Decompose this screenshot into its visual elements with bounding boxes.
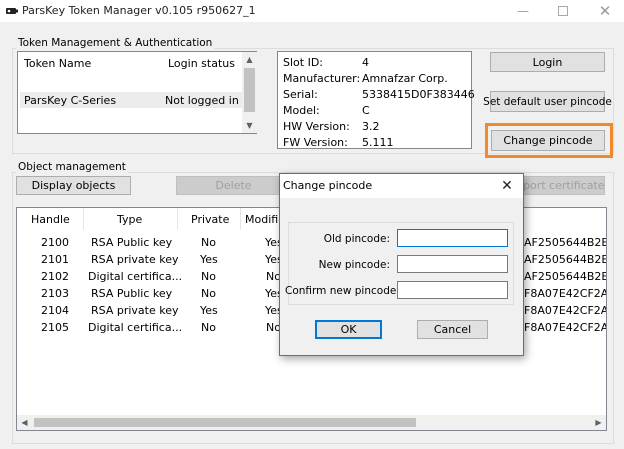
serial-value: 5338415D0F383446 [362,88,475,101]
cell-private: Yes [200,304,218,317]
login-button[interactable]: Login [490,52,605,72]
column-divider[interactable] [83,208,84,230]
scroll-left-icon[interactable]: ◀ [17,415,32,430]
column-header-modifiable[interactable]: Modifi [245,213,278,226]
dialog-title-bar: Change pincode ✕ [280,174,523,198]
cell-id: AF2505644B2E718 [524,253,606,266]
column-header-handle[interactable]: Handle [31,213,70,226]
cell-private: No [201,236,216,249]
cell-private: No [201,270,216,283]
cell-handle: 2103 [41,287,69,300]
scroll-down-icon[interactable]: ▼ [242,118,257,132]
cell-id: AF2505644B2E718 [524,236,606,249]
change-pincode-button[interactable]: Change pincode [491,130,605,151]
token-name: ParsKey C-Series [24,94,117,107]
cell-private: Yes [200,253,218,266]
new-pincode-label: New pincode: [318,259,390,271]
serial-label: Serial: [283,88,318,101]
cancel-button[interactable]: Cancel [417,320,488,339]
cell-type: RSA private key [91,304,179,317]
cell-handle: 2100 [41,236,69,249]
title-bar: ParsKey Token Manager v0.105 r950627_1 —… [0,0,624,22]
new-pincode-input[interactable] [397,255,508,273]
dialog-title: Change pincode [283,179,373,192]
cell-type: Digital certifica... [88,321,183,334]
cell-id: F8A07E42CF2A25 [524,304,607,317]
cell-id: AF2505644B2E718 [524,270,606,283]
column-divider[interactable] [240,208,241,230]
ok-button[interactable]: OK [315,320,382,339]
cell-handle: 2105 [41,321,69,334]
manufacturer-label: Manufacturer: [283,72,361,85]
manufacturer-value: Amnafzar Corp. [362,72,448,85]
minimize-icon: — [517,4,529,18]
column-header-type[interactable]: Type [117,213,142,226]
scroll-right-icon[interactable]: ▶ [591,415,606,430]
cell-handle: 2104 [41,304,69,317]
old-pincode-label: Old pincode: [323,233,390,245]
cell-type: RSA Public key [91,287,173,300]
change-pincode-dialog: Change pincode ✕ Old pincode: New pincod… [279,173,524,356]
fw-version-label: FW Version: [283,136,348,149]
window-title: ParsKey Token Manager v0.105 r950627_1 [22,4,256,17]
cell-type: RSA Public key [91,236,173,249]
column-header-private[interactable]: Private [191,213,229,226]
column-header-token-name[interactable]: Token Name [24,57,91,70]
maximize-icon [558,6,568,16]
hw-version-label: HW Version: [283,120,350,133]
old-pincode-input[interactable] [397,229,508,247]
confirm-pincode-input[interactable] [397,281,508,299]
object-management-label: Object management [16,161,128,173]
cell-id: F8A07E42CF2A25 [524,321,607,334]
token-info-panel: Slot ID: 4 Manufacturer: Amnafzar Corp. … [277,51,475,149]
set-default-pincode-button[interactable]: Set default user pincode [483,91,612,112]
dialog-close-button[interactable]: ✕ [494,176,520,196]
model-value: C [362,104,370,117]
cell-private: No [201,287,216,300]
scroll-thumb[interactable] [244,68,255,112]
column-header-login-status[interactable]: Login status [168,57,235,70]
minimize-button[interactable]: — [508,0,538,22]
delete-button[interactable]: Delete [176,176,291,195]
token-list[interactable]: Token Name Login status ParsKey C-Series… [17,51,257,134]
cell-id: F8A07E42CF2A25 [524,287,607,300]
maximize-button[interactable] [548,0,578,22]
close-icon: ✕ [598,2,612,20]
close-button[interactable]: ✕ [590,0,620,22]
fw-version-value: 5.111 [362,136,394,149]
cell-type: RSA private key [91,253,179,266]
model-label: Model: [283,104,320,117]
token-login-status: Not logged in [165,94,239,107]
key-icon [6,8,18,14]
scroll-up-icon[interactable]: ▲ [242,52,257,66]
hw-version-value: 3.2 [362,120,380,133]
slot-id-value: 4 [362,56,369,69]
token-list-scrollbar[interactable]: ▲ ▼ [242,52,257,133]
close-icon: ✕ [501,178,513,194]
object-list-hscrollbar[interactable]: ◀ ▶ [17,415,606,430]
cell-handle: 2101 [41,253,69,266]
scroll-thumb[interactable] [34,418,416,427]
confirm-pincode-label: Confirm new pincode: [285,285,400,297]
cell-private: No [201,321,216,334]
cell-handle: 2102 [41,270,69,283]
token-management-label: Token Management & Authentication [16,37,215,49]
cell-type: Digital certifica... [88,270,183,283]
column-divider[interactable] [177,208,178,230]
token-row[interactable]: ParsKey C-Series Not logged in [20,92,242,108]
slot-id-label: Slot ID: [283,56,323,69]
display-objects-button[interactable]: Display objects [16,176,131,195]
